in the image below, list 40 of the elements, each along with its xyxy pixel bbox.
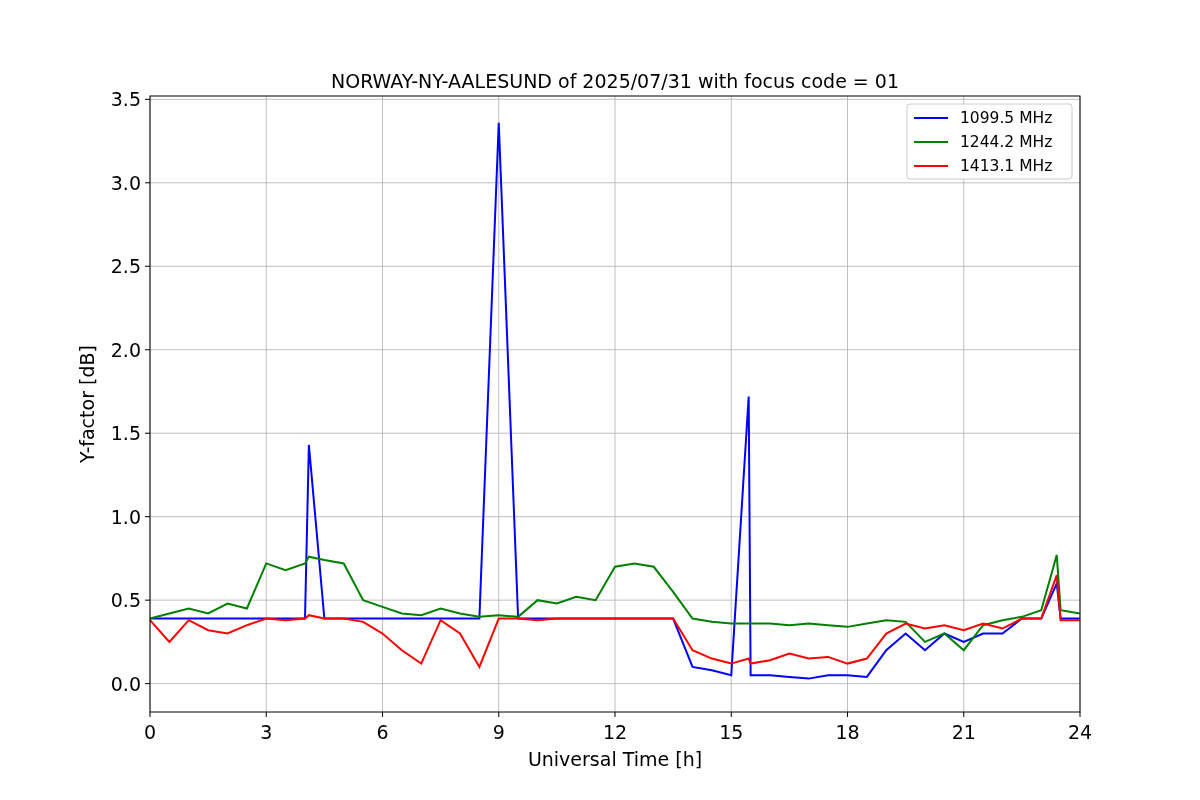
tick-mark xyxy=(144,432,151,434)
tick-mark xyxy=(498,711,500,718)
tick-mark xyxy=(847,711,848,718)
tick-label: 21 xyxy=(951,721,976,743)
tick-mark xyxy=(963,711,965,718)
tick-label: 1.0 xyxy=(110,505,141,528)
chart-title: NORWAY-NY-AALESUND of 2025/07/31 with focus code = 01 xyxy=(331,70,899,92)
tick-label: 1.5 xyxy=(110,422,141,445)
tick-mark xyxy=(149,711,151,718)
x-axis-label: Universal Time [h] xyxy=(527,748,703,770)
tick-label: 12 xyxy=(602,721,628,743)
tick-mark xyxy=(144,98,151,100)
tick-label: 2.0 xyxy=(110,338,141,361)
tick-label: 9 xyxy=(492,721,505,743)
tick-mark xyxy=(382,711,383,718)
tick-label: 24 xyxy=(1067,721,1093,743)
tick-label: 3.0 xyxy=(110,171,141,194)
tick-label: 0.5 xyxy=(110,589,141,612)
legend-label: 1413.1 MHz xyxy=(960,157,1053,175)
tick-label: 3 xyxy=(260,721,273,743)
tick-mark xyxy=(1079,711,1081,718)
legend-label: 1099.5 MHz xyxy=(960,109,1053,127)
tick-mark xyxy=(144,349,151,351)
tick-mark xyxy=(144,599,151,601)
legend-label: 1244.2 MHz xyxy=(960,133,1053,151)
tick-label: 15 xyxy=(719,721,744,743)
tick-mark xyxy=(144,516,151,518)
tick-label: 6 xyxy=(376,721,389,743)
tick-label: 18 xyxy=(835,721,860,743)
tick-mark xyxy=(144,683,151,685)
tick-label: 0.0 xyxy=(110,672,141,695)
tick-mark xyxy=(144,182,151,184)
tick-label: 0 xyxy=(143,721,157,743)
tick-mark xyxy=(614,711,616,718)
tick-mark xyxy=(730,711,732,718)
tick-mark xyxy=(144,265,151,267)
tick-label: 3.5 xyxy=(110,88,141,111)
tick-mark xyxy=(265,711,267,718)
tick-label: 2.5 xyxy=(110,255,141,278)
y-axis-label: Y-factor [dB] xyxy=(76,345,98,463)
